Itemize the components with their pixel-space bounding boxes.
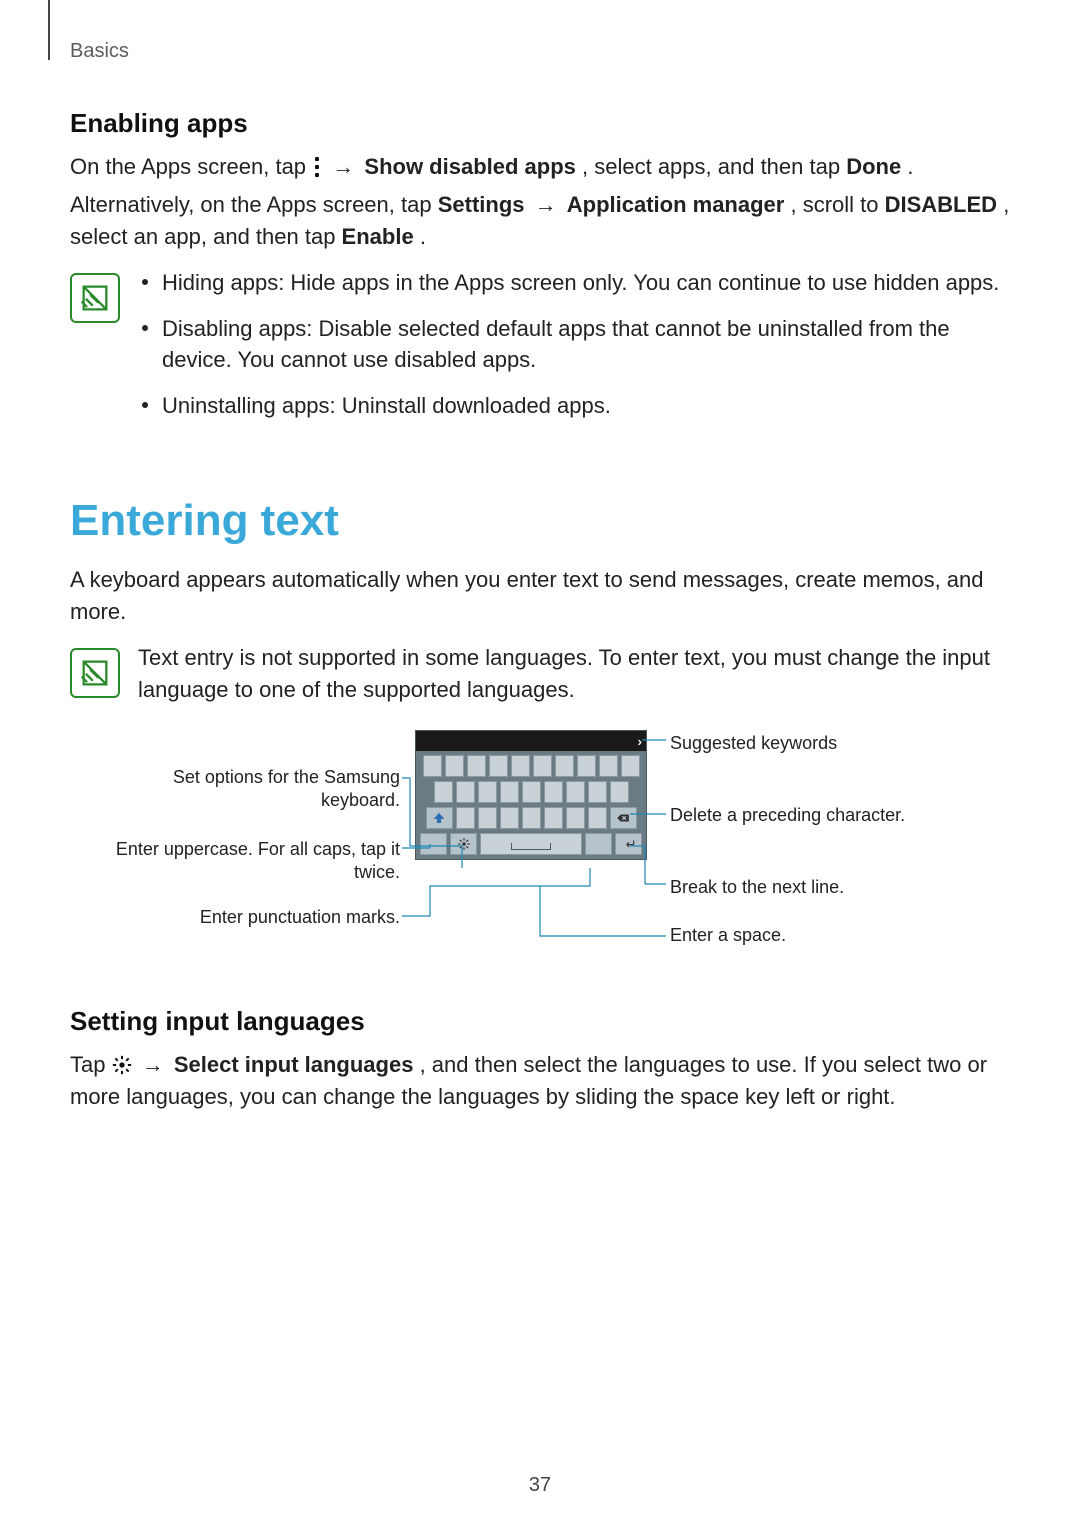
list-item: Disabling apps: Disable selected default…	[138, 313, 1010, 377]
chevron-right-icon: ›	[638, 734, 642, 749]
keyboard-illustration: ›	[415, 730, 647, 860]
note-icon	[70, 273, 120, 323]
heading-setting-input-languages: Setting input languages	[70, 1006, 1010, 1037]
text-bold: Show disabled apps	[364, 154, 575, 179]
heading-entering-text: Entering text	[70, 496, 1010, 546]
breadcrumb: Basics	[70, 40, 1010, 63]
suggestion-bar: ›	[416, 731, 646, 751]
text-bold: Enable	[342, 224, 414, 249]
text-bold: Settings	[438, 192, 525, 217]
arrow-icon: →	[142, 1052, 170, 1077]
arrow-icon: →	[332, 154, 360, 179]
more-options-icon	[314, 157, 320, 177]
callout-punctuation: Enter punctuation marks.	[170, 906, 400, 929]
text: Alternatively, on the Apps screen, tap	[70, 192, 438, 217]
header-rule	[48, 0, 50, 60]
text: On the Apps screen, tap	[70, 154, 312, 179]
space-key	[480, 833, 582, 855]
return-key-icon	[615, 833, 642, 855]
entering-para-1: A keyboard appears automatically when yo…	[70, 564, 1010, 628]
text-bold: DISABLED	[885, 192, 997, 217]
callout-uppercase: Enter uppercase. For all caps, tap it tw…	[100, 838, 400, 885]
page-number: 37	[0, 1474, 1080, 1497]
callout-space: Enter a space.	[670, 924, 786, 947]
arrow-icon: →	[535, 192, 563, 217]
keyboard-row	[416, 833, 646, 855]
callout-suggested: Suggested keywords	[670, 732, 837, 755]
heading-enabling-apps: Enabling apps	[70, 108, 1010, 139]
keyboard-row	[416, 755, 646, 777]
text-bold: Application manager	[567, 192, 785, 217]
text-bold: Select input languages	[174, 1052, 414, 1077]
text: Tap	[70, 1052, 112, 1077]
note-icon	[70, 648, 120, 698]
langs-para: Tap → Select input languages , and then …	[70, 1049, 1010, 1113]
keyboard-row	[416, 781, 646, 803]
gear-icon	[112, 1055, 132, 1075]
callout-set-options: Set options for the Samsung keyboard.	[100, 766, 400, 813]
callout-delete: Delete a preceding character.	[670, 804, 905, 827]
keyboard-row	[416, 807, 646, 829]
keyboard-diagram: ›	[70, 726, 1010, 986]
callout-nextline: Break to the next line.	[670, 876, 844, 899]
note-text: Text entry is not supported in some lang…	[138, 642, 1010, 706]
symbol-key	[420, 833, 447, 855]
text-bold: Done	[846, 154, 901, 179]
text: , scroll to	[790, 192, 884, 217]
list-item: Hiding apps: Hide apps in the Apps scree…	[138, 267, 1010, 299]
enabling-para-1: On the Apps screen, tap → Show disabled …	[70, 151, 1010, 183]
settings-key-icon	[450, 833, 477, 855]
list-item: Uninstalling apps: Uninstall downloaded …	[138, 390, 1010, 422]
period-key	[585, 833, 612, 855]
shift-key-icon	[426, 807, 453, 829]
text: .	[420, 224, 426, 249]
backspace-key-icon	[610, 807, 637, 829]
manual-page: Basics Enabling apps On the Apps screen,…	[0, 0, 1080, 1527]
text: , select apps, and then tap	[582, 154, 846, 179]
text: .	[907, 154, 913, 179]
note-entering: Text entry is not supported in some lang…	[70, 642, 1010, 706]
note-enabling: Hiding apps: Hide apps in the Apps scree…	[70, 267, 1010, 437]
note-bullet-list: Hiding apps: Hide apps in the Apps scree…	[138, 267, 1010, 423]
enabling-para-2: Alternatively, on the Apps screen, tap S…	[70, 189, 1010, 253]
